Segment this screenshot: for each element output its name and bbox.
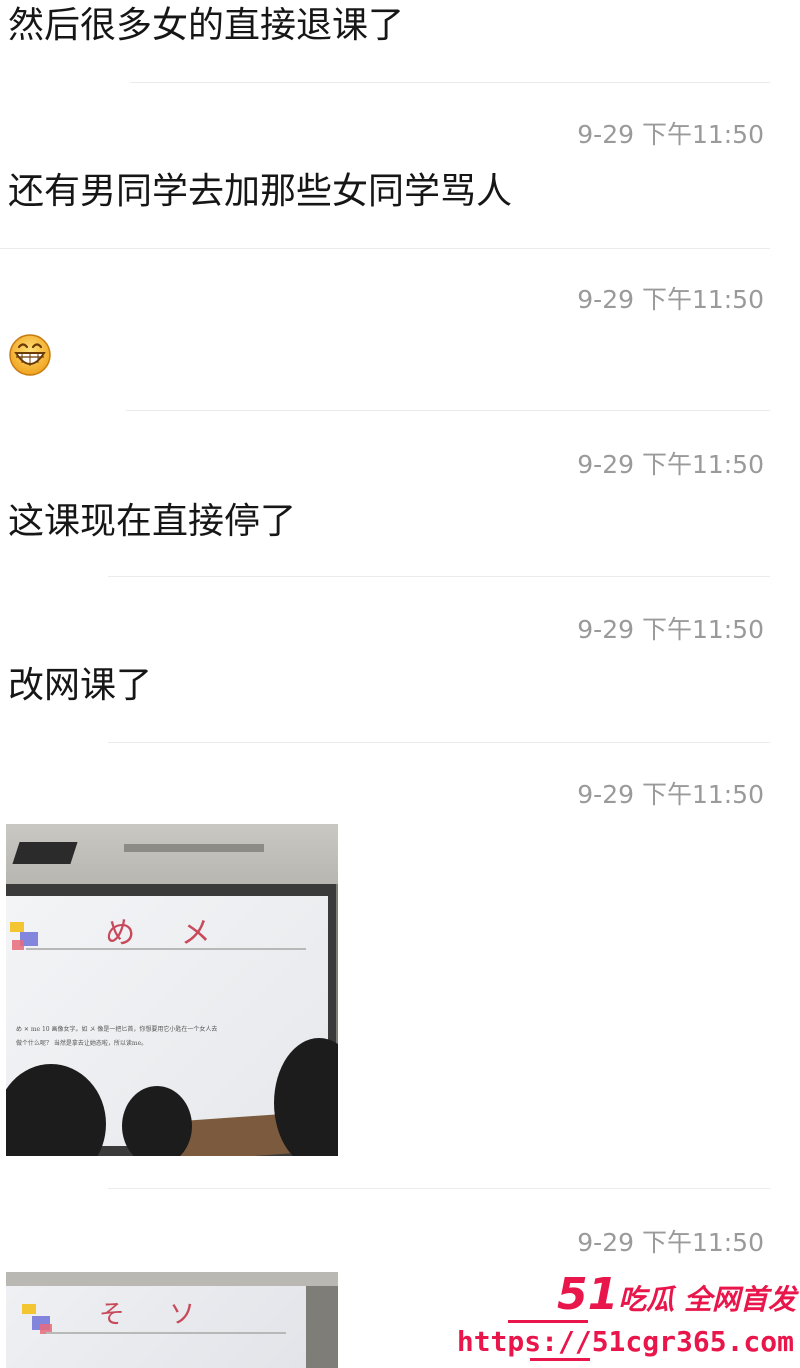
audience-head <box>122 1086 192 1156</box>
divider <box>0 248 770 249</box>
projected-slide: そ ソ <box>6 1286 306 1368</box>
photo-ceiling <box>6 1272 338 1286</box>
audience-head <box>6 1064 106 1156</box>
divider <box>108 1188 770 1189</box>
divider <box>126 410 770 411</box>
slide-underline <box>46 1332 286 1334</box>
divider <box>108 742 770 743</box>
audience-head <box>274 1038 338 1156</box>
message-text[interactable]: 这课现在直接停了 <box>8 500 296 544</box>
divider <box>108 576 770 577</box>
message-photo[interactable]: め メ め ✕ me 10 画像女字。如 メ 像是一把匕首，你想要用它小匙在一个… <box>6 824 338 1156</box>
divider <box>130 82 770 83</box>
grinning-face-emoji-icon[interactable] <box>8 333 52 377</box>
message-photo[interactable]: そ ソ <box>6 1272 338 1368</box>
message-timestamp: 9-29 下午11:50 <box>577 120 764 149</box>
message-timestamp: 9-29 下午11:50 <box>577 285 764 314</box>
message-timestamp: 9-29 下午11:50 <box>577 615 764 644</box>
message-timestamp: 9-29 下午11:50 <box>577 1228 764 1257</box>
message-text[interactable]: 改网课了 <box>8 664 152 708</box>
message-feed: 然后很多女的直接退课了 9-29 下午11:50 还有男同学去加那些女同学骂人 … <box>0 0 800 1368</box>
message-text[interactable]: 然后很多女的直接退课了 <box>8 4 404 48</box>
message-timestamp: 9-29 下午11:50 <box>577 450 764 479</box>
slide-title: そ ソ <box>98 1300 214 1330</box>
message-timestamp: 9-29 下午11:50 <box>577 780 764 809</box>
message-text[interactable]: 还有男同学去加那些女同学骂人 <box>8 170 512 214</box>
audience-heads <box>6 824 338 1156</box>
